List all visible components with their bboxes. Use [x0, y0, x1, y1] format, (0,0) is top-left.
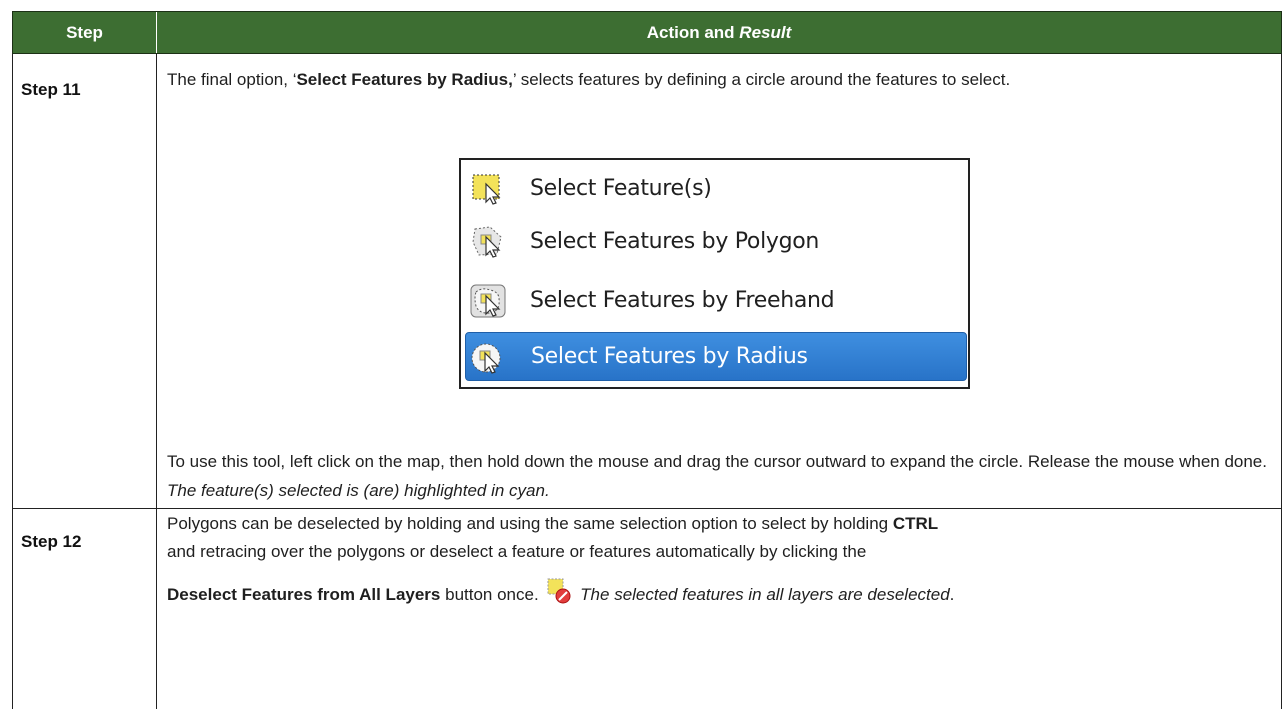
header-action-result: Action and Result: [646, 22, 792, 42]
menu-item-select-radius[interactable]: Select Features by Radius: [465, 332, 967, 381]
menu-item-label: Select Feature(s): [530, 176, 712, 201]
selection-menu-screenshot: Select Feature(s) Select Features by Pol…: [459, 158, 970, 389]
result-italic: The selected features in all layers are …: [580, 585, 950, 604]
header-result-italic: Result: [739, 22, 792, 42]
table-row: Step 11 The final option, ‘Select Featur…: [12, 54, 1282, 509]
menu-item-label: Select Features by Freehand: [530, 288, 835, 313]
select-radius-icon: [471, 343, 501, 374]
instruction-table: Step Action and Result Step 11 The final…: [12, 11, 1282, 709]
column-divider: [156, 54, 157, 508]
menu-item-select-freehand[interactable]: Select Features by Freehand: [465, 276, 967, 325]
menu-item-select-polygon[interactable]: Select Features by Polygon: [465, 217, 967, 266]
step-label: Step 11: [21, 80, 81, 99]
header-step: Step: [13, 12, 157, 53]
select-polygon-icon: [472, 226, 502, 258]
menu-item-label: Select Features by Polygon: [530, 229, 820, 254]
step-label: Step 12: [21, 532, 82, 551]
column-divider: [156, 509, 157, 709]
step-description: Polygons can be deselected by holding an…: [167, 514, 955, 604]
table-header: Step Action and Result: [12, 11, 1282, 54]
table-row: Step 12 Polygons can be deselected by ho…: [12, 509, 1282, 709]
menu-item-select-feature[interactable]: Select Feature(s): [465, 164, 967, 213]
menu-item-label: Select Features by Radius: [531, 344, 808, 369]
step-instructions: To use this tool, left click on the map,…: [167, 452, 1267, 500]
ctrl-key-bold: CTRL: [892, 514, 939, 533]
result-italic: The feature(s) selected is (are) highlig…: [167, 481, 550, 500]
tool-name-bold: Select Features by Radius,: [296, 70, 513, 89]
deselect-features-icon: [547, 578, 571, 604]
select-feature-icon: [472, 174, 501, 205]
select-freehand-icon: [470, 284, 506, 318]
step-description: The final option, ‘Select Features by Ra…: [167, 70, 1011, 89]
deselect-tool-name: Deselect Features from All Layers: [167, 585, 441, 604]
